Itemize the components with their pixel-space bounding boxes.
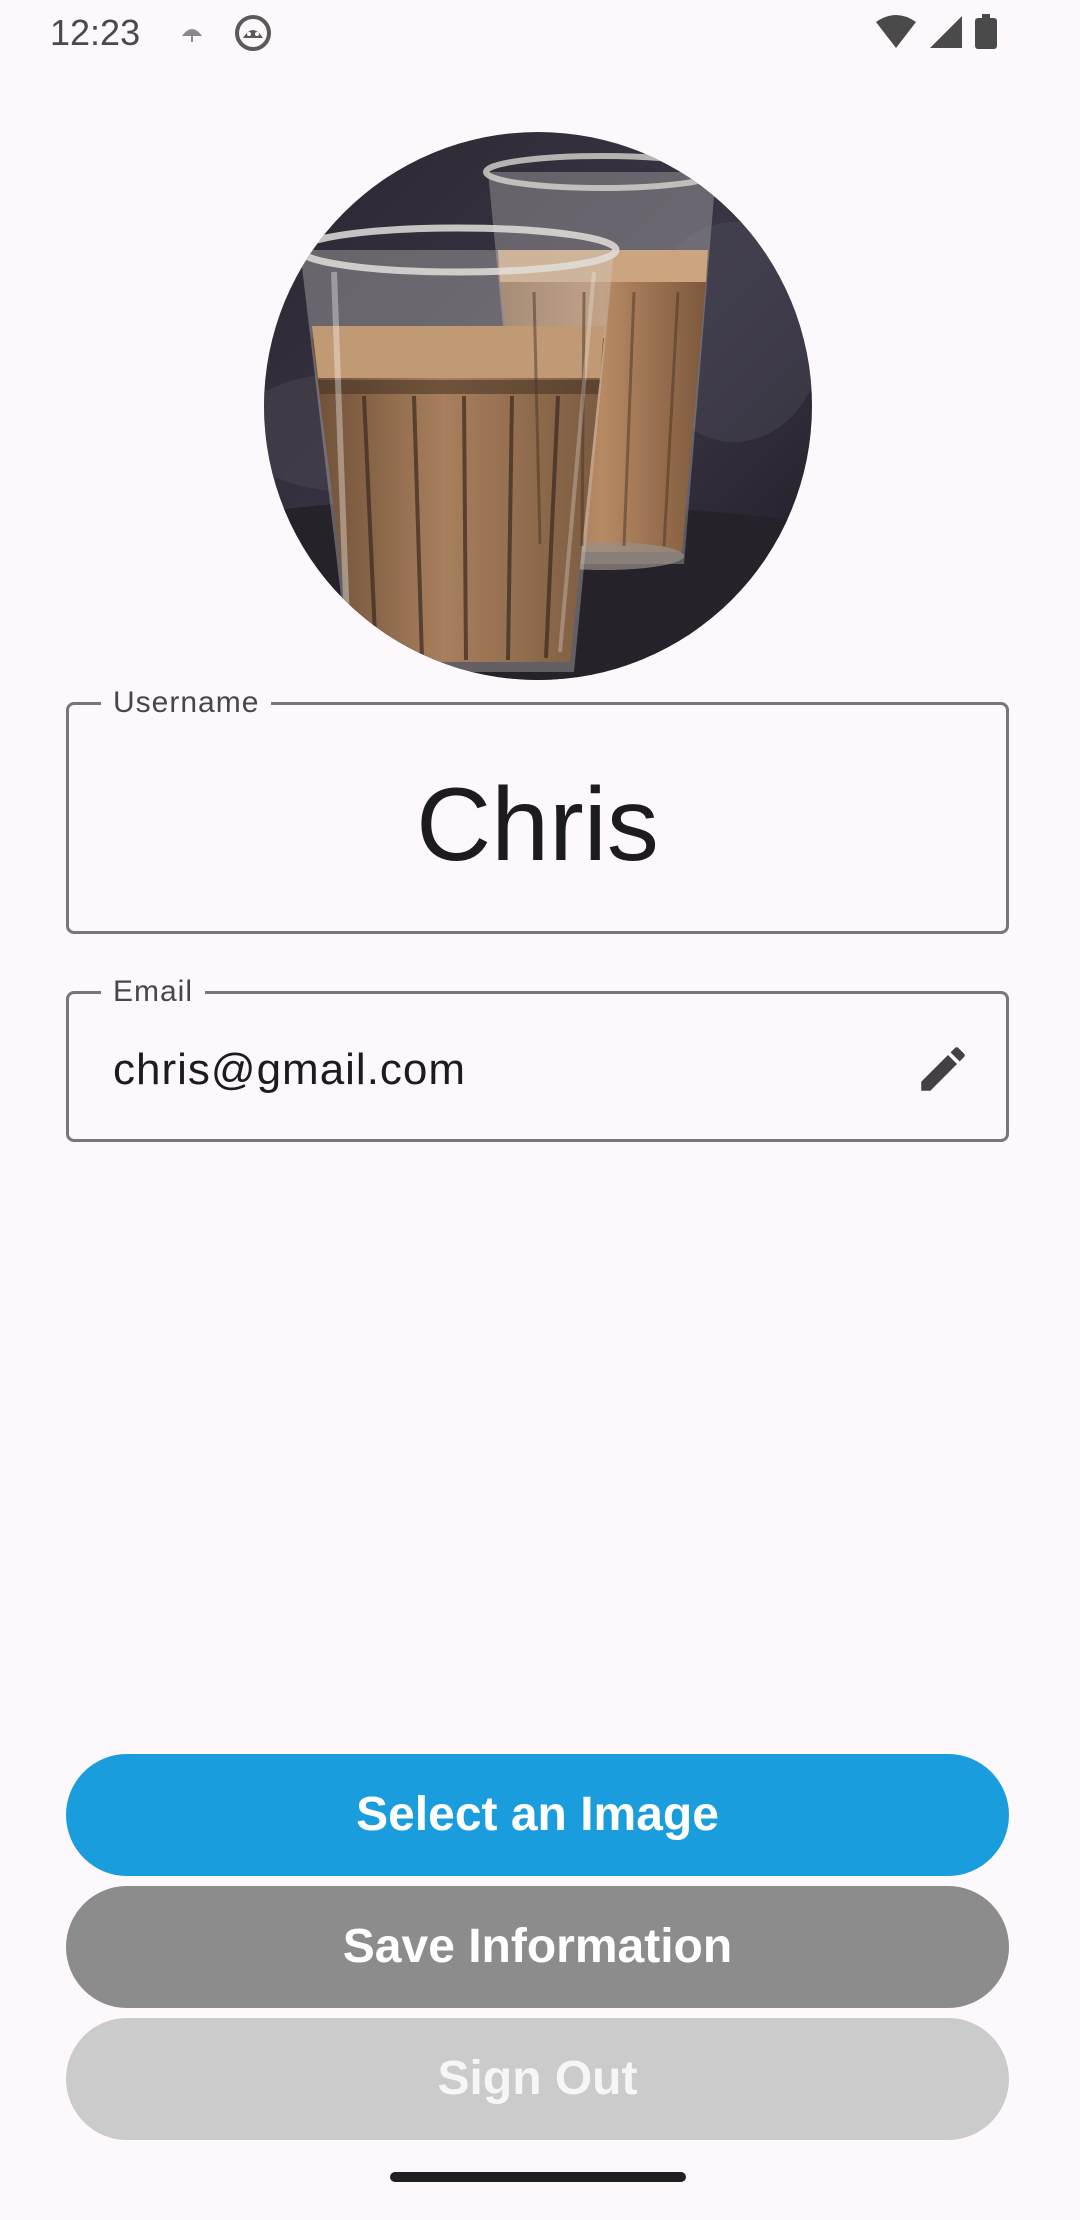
- username-label: Username: [101, 685, 272, 721]
- cell-signal-icon: [928, 14, 964, 55]
- username-field[interactable]: Username Chris: [66, 685, 1009, 934]
- umbrella-icon: [178, 14, 206, 55]
- save-information-button[interactable]: Save Information: [66, 1886, 1009, 2008]
- android-face-icon: [234, 14, 272, 57]
- username-input[interactable]: Chris: [69, 765, 1006, 885]
- select-image-button[interactable]: Select an Image: [66, 1754, 1009, 1876]
- wifi-icon: [874, 14, 918, 55]
- battery-icon: [974, 14, 998, 55]
- profile-avatar[interactable]: [264, 132, 812, 680]
- email-label: Email: [101, 974, 206, 1010]
- email-field[interactable]: Email chris@gmail.com: [66, 974, 1009, 1142]
- chai-glasses-photo: [264, 132, 812, 680]
- email-input[interactable]: chris@gmail.com: [113, 1044, 466, 1096]
- pencil-edit-icon[interactable]: [914, 1040, 972, 1098]
- status-bar: 12:23: [0, 0, 1080, 66]
- sign-out-button[interactable]: Sign Out: [66, 2018, 1009, 2140]
- home-indicator[interactable]: [390, 2172, 686, 2182]
- status-time: 12:23: [50, 12, 141, 53]
